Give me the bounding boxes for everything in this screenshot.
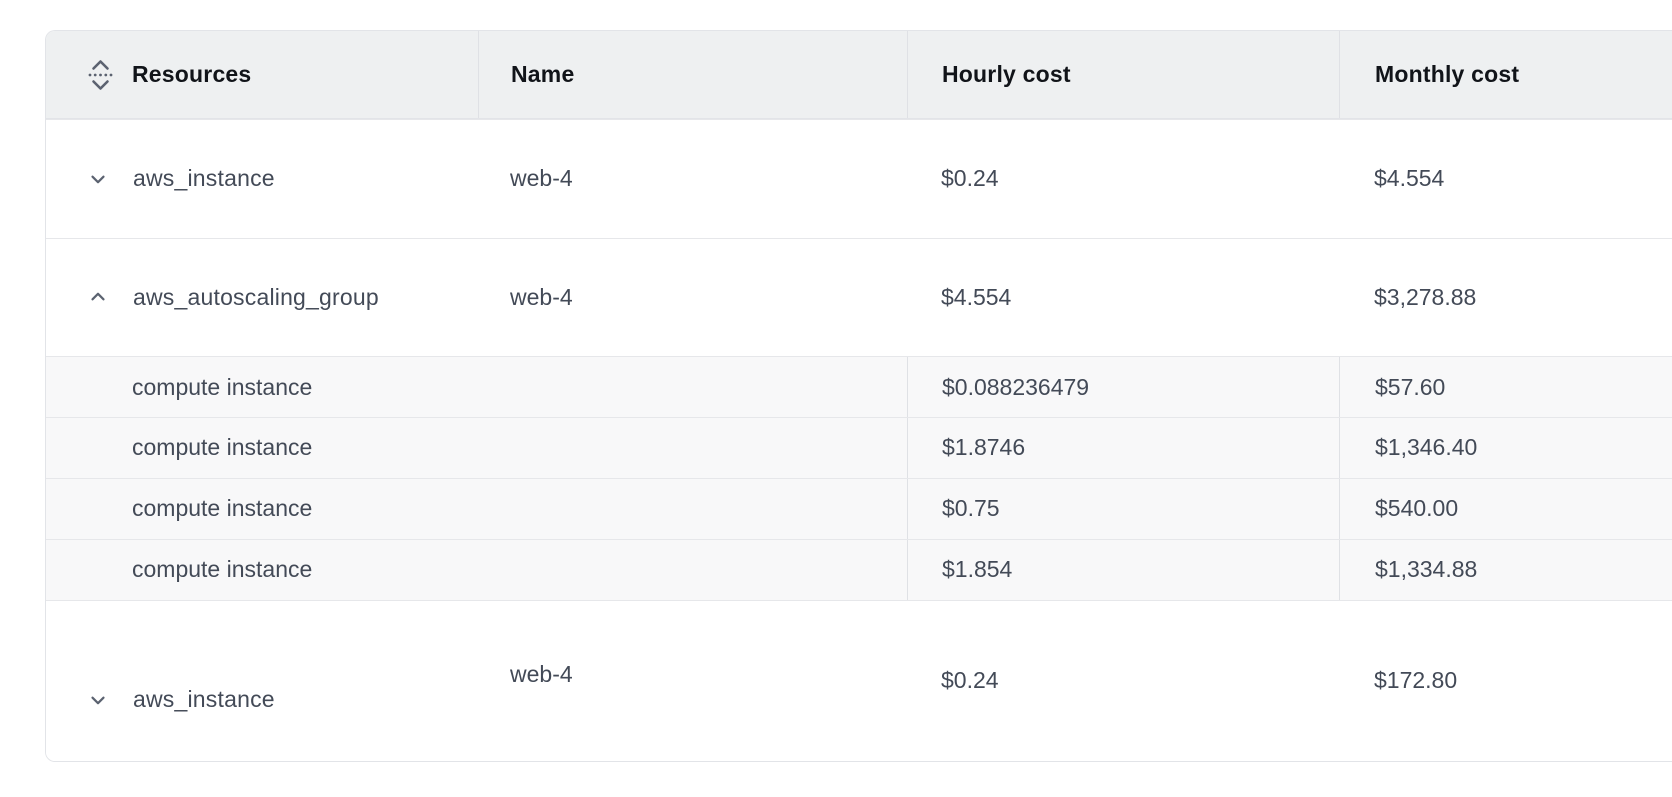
column-header-monthly-cost: Monthly cost (1339, 31, 1672, 118)
subresource-cell: compute instance (46, 357, 907, 417)
name-cell: web-4 (478, 239, 907, 357)
chevron-up-icon[interactable] (87, 286, 109, 308)
hourly-cost-cell: $0.24 (907, 120, 1339, 238)
resource-cell: aws_instance (46, 120, 478, 238)
hourly-cost-cell: $4.554 (907, 239, 1339, 357)
subresource-cell: compute instance (46, 479, 907, 539)
resource-cell: aws_autoscaling_group (46, 239, 478, 357)
hourly-cost-cell: $0.24 (907, 601, 1339, 762)
subresource-cell: compute instance (46, 418, 907, 478)
monthly-cost-cell: $3,278.88 (1339, 239, 1672, 357)
table-subrow: compute instance $1.854 $1,334.88 (46, 539, 1672, 600)
column-header-resources: Resources (46, 31, 478, 118)
resource-name: aws_instance (133, 686, 275, 713)
hourly-cost-cell: $0.088236479 (907, 357, 1339, 417)
table-subrow: compute instance $1.8746 $1,346.40 (46, 417, 1672, 478)
hourly-cost-cell: $1.8746 (907, 418, 1339, 478)
monthly-cost-cell: $172.80 (1339, 601, 1672, 762)
monthly-cost-cell: $4.554 (1339, 120, 1672, 238)
chevron-down-icon[interactable] (87, 689, 109, 711)
table-header-row: Resources Name Hourly cost Monthly cost (46, 31, 1672, 119)
monthly-cost-cell: $1,346.40 (1339, 418, 1672, 478)
column-header-hourly-cost: Hourly cost (907, 31, 1339, 118)
hourly-cost-cell: $0.75 (907, 479, 1339, 539)
subresource-cell: compute instance (46, 540, 907, 600)
monthly-cost-cell: $540.00 (1339, 479, 1672, 539)
monthly-cost-cell: $1,334.88 (1339, 540, 1672, 600)
name-cell: web-4 (478, 120, 907, 238)
table-row: aws_instance web-4 $0.24 $172.80 (46, 600, 1672, 762)
monthly-cost-cell: $57.60 (1339, 357, 1672, 417)
table-subrow: compute instance $0.088236479 $57.60 (46, 356, 1672, 417)
table-row: aws_instance web-4 $0.24 $4.554 (46, 119, 1672, 238)
name-cell: web-4 (478, 601, 907, 762)
column-header-label: Name (511, 61, 574, 88)
resource-cell: aws_instance (46, 601, 478, 762)
table-row: aws_autoscaling_group web-4 $4.554 $3,27… (46, 238, 1672, 357)
column-header-label: Monthly cost (1375, 61, 1519, 88)
chevron-down-icon[interactable] (87, 168, 109, 190)
column-header-label: Resources (132, 61, 251, 88)
column-header-label: Hourly cost (942, 61, 1071, 88)
column-header-name: Name (478, 31, 907, 118)
hourly-cost-cell: $1.854 (907, 540, 1339, 600)
cost-table: Resources Name Hourly cost Monthly cost … (45, 30, 1672, 762)
resource-name: aws_autoscaling_group (133, 284, 379, 311)
expand-collapse-all-icon[interactable] (87, 57, 114, 93)
resource-name: aws_instance (133, 165, 275, 192)
table-subrow: compute instance $0.75 $540.00 (46, 478, 1672, 539)
page: Resources Name Hourly cost Monthly cost … (0, 0, 1672, 797)
